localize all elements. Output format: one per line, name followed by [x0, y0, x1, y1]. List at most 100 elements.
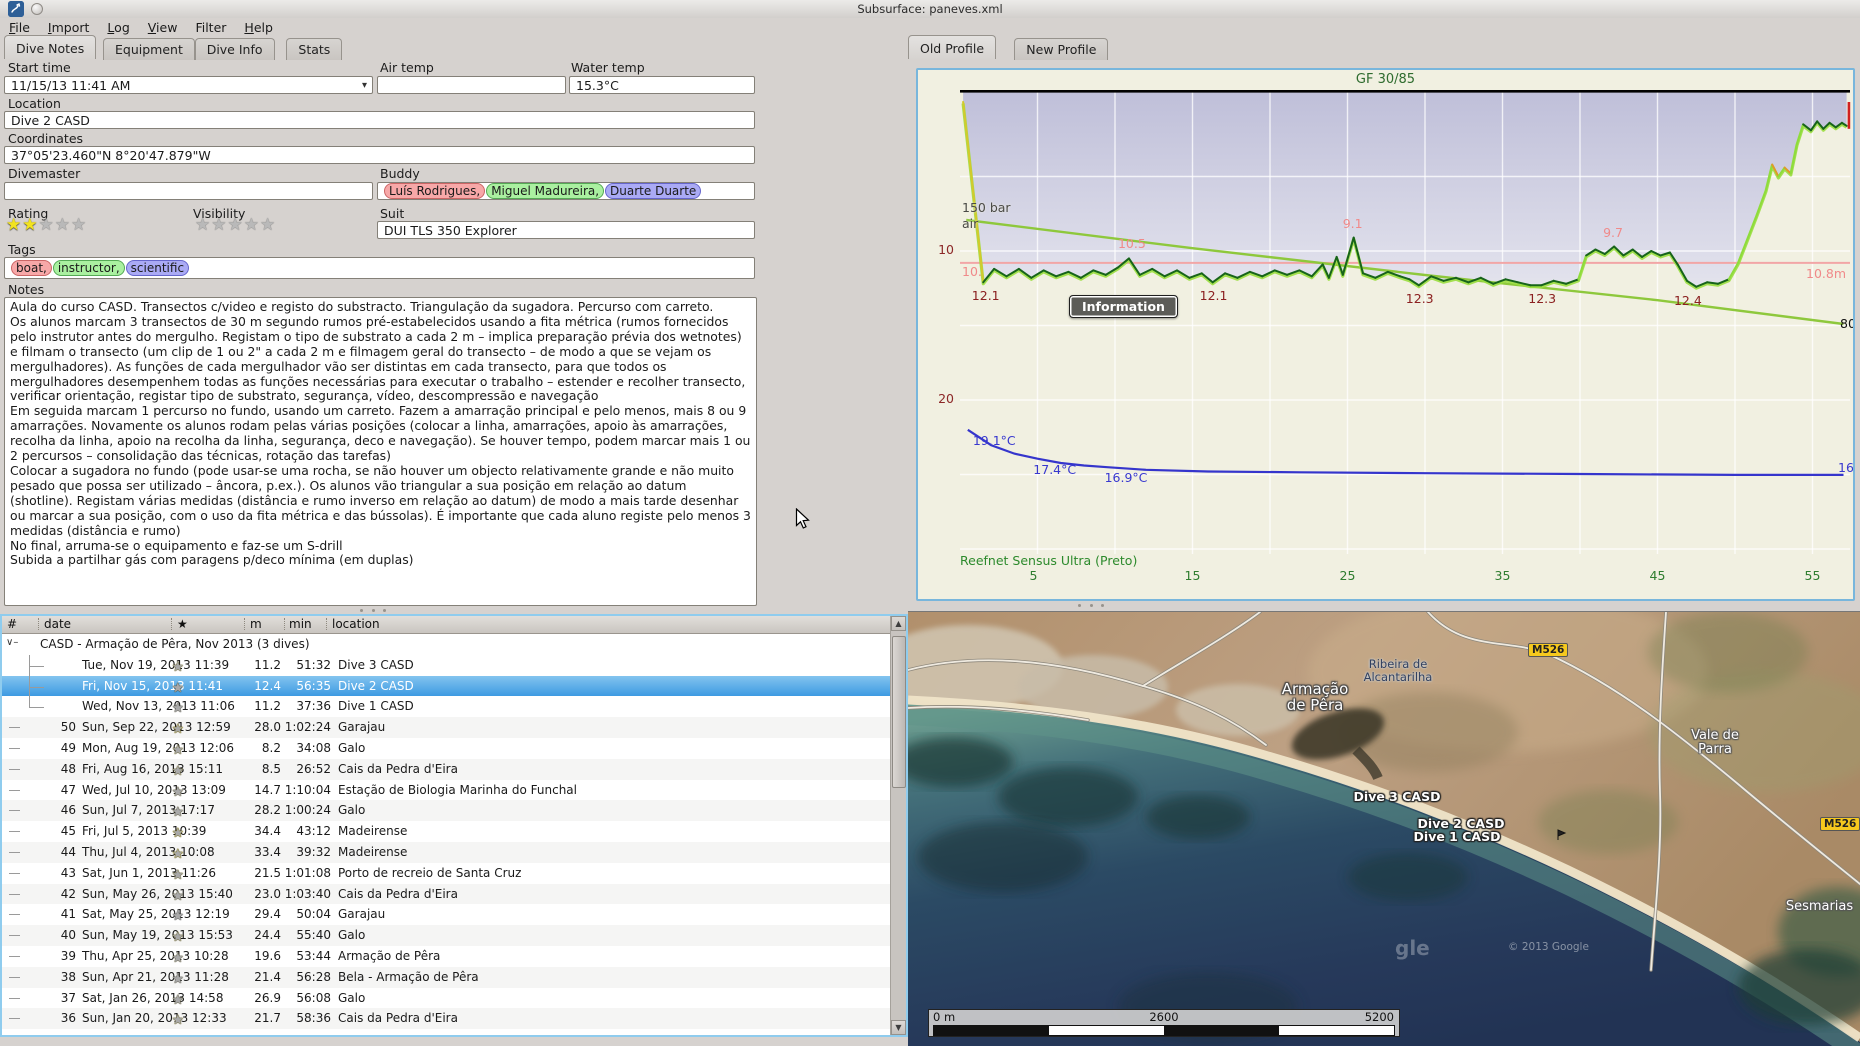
dive-row[interactable]: 49 Mon, Aug 19, 2013 12:06 ★ ★ ★ ★ ★ 8.2 34:08 Ga… [2, 738, 891, 759]
air-temp-label: Air temp [380, 60, 434, 75]
temperature-label: 19.1°C [972, 432, 1016, 448]
google-watermark: gle [1395, 936, 1430, 960]
star-icon[interactable]: ★ [195, 215, 211, 235]
star-icon[interactable]: ★ [71, 215, 87, 235]
start-time-combo[interactable]: 11/15/13 11:41 AM ▾ [4, 76, 373, 94]
menu-item-filter[interactable]: Filter [186, 18, 235, 38]
star-icon[interactable]: ★ [260, 215, 276, 235]
dive-row[interactable]: 42 Sun, May 26, 2013 15:40 ★ ★ ★ ★ ★ 23.0 1:03:4… [2, 883, 891, 905]
star-icon[interactable]: ★ [228, 215, 244, 235]
col-header-number[interactable]: # [7, 617, 17, 631]
col-header-duration[interactable]: min [289, 617, 312, 631]
col-header-location[interactable]: location [332, 617, 380, 631]
map-label-town: Armação de Pêra [1281, 680, 1349, 714]
dive-row[interactable]: Wed, Nov 13, 2013 11:06 ★ ★ ★ ★ ★ 11.2 37:36 Div… [2, 696, 891, 717]
dive-row[interactable]: 38 Sun, Apr 21, 2013 11:28 ★ ★ ★ ★ ★ 21.4 56:28 B… [2, 966, 891, 988]
max-depth-label: 12.1 [1199, 288, 1228, 304]
map-label-river: Ribeira de Alcantarilha [1363, 657, 1433, 684]
rating-stars[interactable]: ★★★★★ [6, 215, 87, 235]
dive-row[interactable]: 48 Fri, Aug 16, 2013 15:11 ★ ★ ★ ★ ★ 8.5 26:52 Ca… [2, 758, 891, 780]
dive-row[interactable]: 46 Sun, Jul 7, 2013 17:17 ★ ★ ★ ★ ★ 28.2 1:00:24… [2, 800, 891, 822]
divemaster-label: Divemaster [8, 166, 81, 181]
map-label-dive1[interactable]: Dive 1 CASD [1397, 829, 1517, 844]
temperature-label: 17.4°C [1033, 461, 1077, 477]
star-icon[interactable]: ★ [55, 215, 71, 235]
dive-row[interactable]: 37 Sat, Jan 26, 2013 14:58 ★ ★ ★ ★ ★ 26.9 56:08 G… [2, 988, 891, 1009]
chip-duarte-duarte: Duarte Duarte [605, 183, 702, 199]
depth-tick-label: 10 [938, 242, 954, 257]
dive-list-body: ∨– CASD - Armação de Pêra, Nov 2013 (3 di… [2, 634, 891, 1035]
buddy-field[interactable]: Luís Rodrigues, Miguel Madureira, Duarte D… [377, 182, 755, 200]
dive-list-scrollbar[interactable]: ▲ ▼ [890, 616, 906, 1035]
scroll-down-button[interactable]: ▼ [891, 1020, 906, 1035]
chip-miguel-madureira-: Miguel Madureira, [486, 183, 605, 199]
dive-row[interactable]: 40 Sun, May 19, 2013 15:53 ★ ★ ★ ★ ★ 24.4 55:40 G… [2, 925, 891, 946]
coordinates-field[interactable]: 37°05'23.460"N 8°20'47.879"W [4, 146, 755, 164]
horizontal-splitter-handle[interactable] [360, 609, 386, 613]
max-depth-label: 12.3 [1528, 291, 1557, 307]
tab-dive-notes[interactable]: Dive Notes [4, 35, 97, 59]
scroll-up-button[interactable]: ▲ [891, 616, 906, 631]
right-splitter-handle[interactable] [1078, 604, 1104, 608]
tab-dive-info[interactable]: Dive Info [194, 38, 275, 60]
max-depth-label: 12.3 [1405, 291, 1434, 307]
water-temp-label: Water temp [571, 60, 645, 75]
dive-row[interactable]: 39 Thu, Apr 25, 2013 10:28 ★ ★ ★ ★ ★ 19.6 53:44 A… [2, 946, 891, 967]
notes-textarea[interactable]: Aula do curso CASD. Transectos c/video e… [4, 297, 757, 606]
start-time-value: 11/15/13 11:41 AM [11, 77, 131, 93]
tab-new-profile[interactable]: New Profile [1014, 38, 1109, 60]
pressure-start-label: 150 bar [962, 200, 1011, 215]
tags-field[interactable]: boat, instructor, scientific [4, 257, 755, 279]
tab-equipment[interactable]: Equipment [103, 38, 195, 60]
divemaster-field[interactable] [4, 182, 373, 200]
col-header-depth[interactable]: m [250, 617, 262, 631]
dive-row[interactable]: 43 Sat, Jun 1, 2013 11:26 ★ ★ ★ ★ ★ 21.5 1:01:08… [2, 863, 891, 884]
road-badge-m526: M526 [1528, 643, 1569, 657]
water-temp-field[interactable]: 15.3°C [569, 76, 755, 94]
map-label-dive3[interactable]: Dive 3 CASD [1337, 789, 1457, 804]
menu-item-help[interactable]: Help [235, 18, 282, 38]
dive-row[interactable]: 47 Wed, Jul 10, 2013 13:09 ★ ★ ★ ★ ★ 14.7 1:10:0… [2, 780, 891, 801]
dive-list-header[interactable]: # date ★ m min location [2, 616, 906, 634]
profile-plot [960, 90, 1851, 554]
dive-row[interactable]: 44 Thu, Jul 4, 2013 10:08 ★ ★ ★ ★ ★ 33.4 39:32 Ma… [2, 841, 891, 863]
dive-row-selected[interactable]: Fri, Nov 15, 2013 11:41 ★ ★ ★ ★ ★ 12.4 56:35 Div… [2, 675, 891, 697]
dive-row[interactable]: 50 Sun, Sep 22, 2013 12:59 ★ ★ ★ ★ ★ 28.0 1:02:2… [2, 717, 891, 738]
star-icon[interactable]: ★ [22, 215, 38, 235]
pressure-end-label: 80 [1840, 316, 1855, 331]
avg-depth-label-right: 10.8m [1806, 266, 1847, 281]
chip-boat-: boat, [11, 260, 52, 276]
menu-item-view[interactable]: View [139, 18, 187, 38]
buddy-label: Buddy [380, 166, 420, 181]
collapse-caret-icon[interactable]: ∨– [6, 637, 18, 648]
map-scale-bar: 0 m 2600 5200 [928, 1009, 1400, 1037]
air-temp-field[interactable] [377, 76, 566, 94]
star-icon[interactable]: ★ [6, 215, 22, 235]
dive-list-panel: # date ★ m min location ∨– CASD - Armação… [0, 614, 908, 1037]
dive-site-map[interactable]: Armação de Pêra Ribeira de Alcantarilha Va… [908, 611, 1860, 1046]
col-header-stars[interactable]: ★ [177, 617, 188, 631]
location-field[interactable]: Dive 2 CASD [4, 111, 755, 129]
chip-luís-rodrigues-: Luís Rodrigues, [384, 183, 486, 199]
tab-old-profile[interactable]: Old Profile [908, 35, 997, 59]
information-button[interactable]: Information [1069, 295, 1178, 318]
dive-trip-row[interactable]: ∨– CASD - Armação de Pêra, Nov 2013 (3 di… [2, 634, 891, 655]
dive-row[interactable]: 36 Sun, Jan 20, 2013 12:33 ★ ★ ★ ★ ★ 21.7 58:36 C… [2, 1008, 891, 1030]
star-icon[interactable]: ★ [211, 215, 227, 235]
dive-row[interactable]: 45 Fri, Jul 5, 2013 10:39 ★ ★ ★ ★ ★ 34.4 43:12 Ma… [2, 821, 891, 842]
star-icon[interactable]: ★ [39, 215, 55, 235]
visibility-stars[interactable]: ★★★★★ [195, 215, 276, 235]
x-tick-label: 15 [1184, 568, 1201, 583]
scrollbar-thumb[interactable] [892, 636, 906, 788]
col-header-date[interactable]: date [44, 617, 71, 631]
dive-row[interactable]: Tue, Nov 19, 2013 11:39 ★ ★ ★ ★ ★ 11.2 51:32 Div… [2, 654, 891, 676]
x-tick-label: 5 [1029, 568, 1038, 583]
temperature-label: 16.9°C [1104, 470, 1148, 486]
title-bar: Subsurface: paneves.xml [0, 0, 1860, 18]
tab-stats[interactable]: Stats [286, 38, 343, 60]
menu-item-log[interactable]: Log [98, 18, 138, 38]
dive-computer-label: Reefnet Sensus Ultra (Preto) [960, 553, 1138, 568]
star-icon[interactable]: ★ [244, 215, 260, 235]
dive-row[interactable]: 41 Sat, May 25, 2013 12:19 ★ ★ ★ ★ ★ 29.4 50:04 G… [2, 904, 891, 925]
suit-field[interactable]: DUI TLS 350 Explorer [377, 221, 755, 239]
